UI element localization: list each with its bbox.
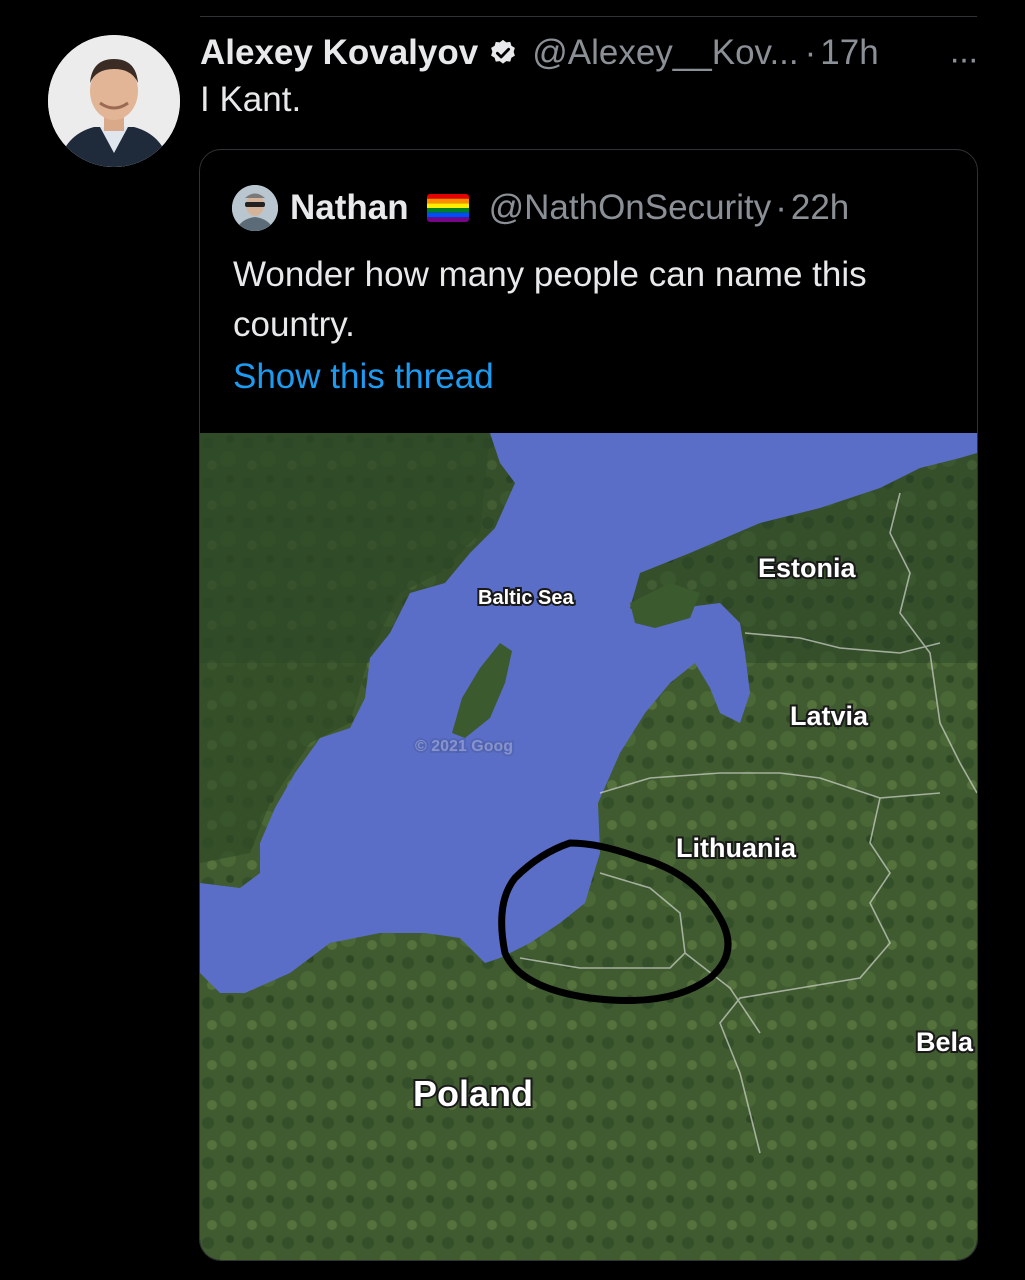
- author-handle[interactable]: @Alexey__Kov...: [532, 33, 798, 73]
- map-label-watermark: © 2021 Goog: [415, 738, 513, 755]
- author-name[interactable]: Alexey Kovalyov: [200, 33, 478, 73]
- rainbow-flag-icon: [426, 194, 469, 222]
- meta-separator: ·: [804, 33, 817, 72]
- show-thread-link[interactable]: Show this thread: [233, 357, 494, 397]
- map-label-lithuania: Lithuania: [676, 833, 797, 863]
- quote-text: Wonder how many people can name this cou…: [233, 255, 867, 344]
- tweet-header: Alexey Kovalyov @Alexey__Kov... · 17h ··…: [200, 28, 979, 79]
- quote-author-handle[interactable]: @NathOnSecurity: [489, 188, 772, 228]
- quote-meta-separator: ·: [775, 188, 787, 227]
- quote-author-avatar[interactable]: [232, 185, 278, 231]
- author-avatar[interactable]: [48, 35, 180, 167]
- tweet-timestamp[interactable]: 17h: [820, 33, 878, 73]
- quote-author-name[interactable]: Nathan: [290, 188, 409, 228]
- map-label-poland: Poland: [413, 1073, 533, 1114]
- map-label-estonia: Estonia: [758, 553, 857, 583]
- top-divider: [200, 16, 977, 17]
- map-label-belarus: Bela: [916, 1027, 974, 1057]
- quoted-tweet-card[interactable]: Nathan @NathOnSecurity · 22h Wonder how …: [199, 149, 978, 1261]
- map-label-baltic-sea: Baltic Sea: [478, 587, 574, 609]
- more-options-icon[interactable]: ···: [949, 40, 979, 79]
- map-label-latvia: Latvia: [790, 701, 869, 731]
- quote-timestamp[interactable]: 22h: [791, 188, 849, 228]
- satellite-map-image[interactable]: © 2021 Goog Baltic Sea Estonia Latvia Li…: [200, 433, 977, 1260]
- verified-badge-icon: [491, 39, 516, 64]
- tweet-text: I Kant.: [200, 80, 302, 119]
- quote-header: Nathan @NathOnSecurity · 22h: [232, 180, 849, 236]
